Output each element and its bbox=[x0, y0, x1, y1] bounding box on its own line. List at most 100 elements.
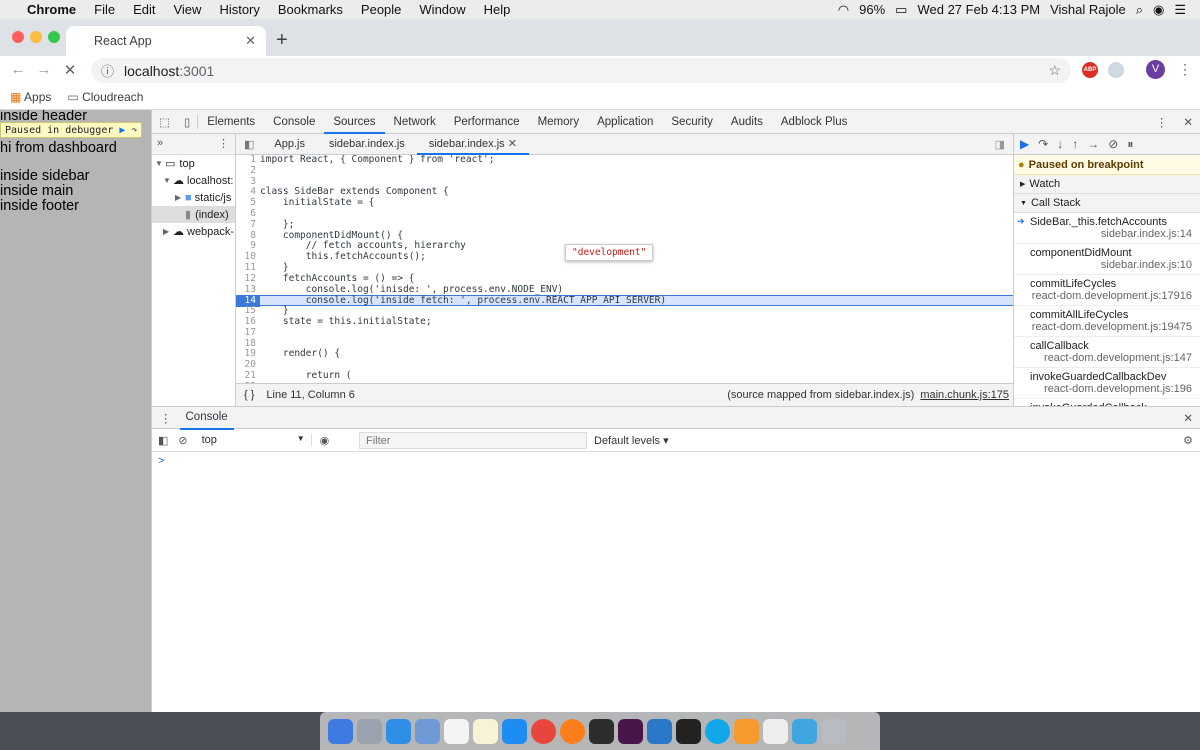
preview-icon[interactable] bbox=[415, 718, 440, 744]
code-line[interactable]: 16 state = this.initialState; bbox=[236, 316, 1013, 328]
menubar-clock[interactable]: Wed 27 Feb 4:13 PM bbox=[917, 2, 1040, 17]
sublime-icon[interactable] bbox=[734, 718, 759, 744]
log-levels-dropdown[interactable]: Default levels ▾ bbox=[594, 434, 669, 447]
line-number[interactable]: 2 bbox=[236, 165, 260, 177]
document-icon[interactable] bbox=[763, 718, 788, 744]
navigator-item-top[interactable]: ▼ ▭ top bbox=[152, 155, 235, 172]
forward-arrow-icon[interactable]: → bbox=[31, 61, 57, 78]
step-over-icon[interactable]: ↷ bbox=[1038, 137, 1048, 151]
chrome-icon[interactable] bbox=[531, 718, 556, 744]
menu-view[interactable]: View bbox=[164, 2, 210, 17]
editor-tab-close-icon[interactable]: ✕ bbox=[508, 138, 517, 150]
step-into-icon[interactable]: ↓ bbox=[1057, 137, 1063, 151]
firefox-icon[interactable] bbox=[560, 718, 585, 744]
menu-file[interactable]: File bbox=[85, 2, 124, 17]
tab-console[interactable]: Console bbox=[264, 110, 324, 134]
skype-icon[interactable] bbox=[705, 718, 730, 744]
window-zoom-button[interactable] bbox=[48, 31, 60, 43]
line-number[interactable]: 8 bbox=[236, 230, 260, 242]
toggle-navigator-icon[interactable]: ◧ bbox=[236, 138, 262, 151]
drawer-menu-icon[interactable]: ⋮ bbox=[152, 411, 180, 425]
watch-section[interactable]: ▶ Watch bbox=[1014, 175, 1200, 194]
line-number[interactable]: 7 bbox=[236, 219, 260, 231]
address-bar[interactable]: ⓘ localhost:3001 ☆ bbox=[91, 58, 1071, 83]
source-map-link[interactable]: main.chunk.js:175 bbox=[920, 389, 1009, 401]
drawer-tab-console[interactable]: Console bbox=[179, 406, 234, 430]
code-line[interactable]: 14 console.log('inside fetch: ', process… bbox=[236, 295, 1013, 308]
navigator-menu-icon[interactable]: ⋮ bbox=[218, 137, 229, 150]
line-number[interactable]: 5 bbox=[236, 197, 260, 209]
line-number[interactable]: 17 bbox=[236, 327, 260, 339]
line-number[interactable]: 12 bbox=[236, 273, 260, 285]
tab-security[interactable]: Security bbox=[662, 110, 722, 134]
call-frame[interactable]: componentDidMount sidebar.index.js:10 bbox=[1014, 244, 1200, 275]
launchpad-icon[interactable] bbox=[357, 718, 382, 744]
info-icon[interactable]: ⓘ bbox=[101, 61, 114, 80]
bookmark-apps[interactable]: ▦ Apps bbox=[10, 90, 51, 104]
line-number[interactable]: 3 bbox=[236, 176, 260, 188]
drawer-close-icon[interactable]: ✕ bbox=[1175, 411, 1200, 425]
menubar-user[interactable]: Vishal Rajole bbox=[1050, 2, 1126, 17]
call-frame[interactable]: invokeGuardedCallbackreact-dom.developme… bbox=[1014, 399, 1200, 406]
menu-help[interactable]: Help bbox=[475, 2, 520, 17]
trash-icon[interactable] bbox=[821, 718, 846, 744]
calendar-icon[interactable] bbox=[444, 718, 469, 744]
devtools-menu-icon[interactable]: ⋮ bbox=[1148, 115, 1176, 129]
menu-edit[interactable]: Edit bbox=[124, 2, 164, 17]
code-line[interactable]: 21 return ( bbox=[236, 370, 1013, 382]
call-stack-section[interactable]: ▼ Call Stack bbox=[1014, 194, 1200, 213]
downloads-icon[interactable] bbox=[792, 718, 817, 744]
pause-on-exceptions-icon[interactable]: ⏸ bbox=[1127, 137, 1133, 152]
navigator-item-localhost[interactable]: ▼ ☁ localhost: bbox=[152, 172, 235, 189]
step-out-icon[interactable]: ↑ bbox=[1072, 137, 1078, 151]
new-tab-button[interactable]: + bbox=[276, 29, 288, 52]
line-number[interactable]: 4 bbox=[236, 187, 260, 198]
wifi-icon[interactable]: ◠ bbox=[838, 2, 849, 18]
battery-percent[interactable]: 96% bbox=[859, 2, 885, 17]
line-number[interactable]: 6 bbox=[236, 208, 260, 220]
editor-tab-app-js[interactable]: App.js bbox=[262, 138, 317, 150]
window-minimize-button[interactable] bbox=[30, 31, 42, 43]
devtools-close-icon[interactable]: ✕ bbox=[1175, 115, 1200, 129]
more-tabs-icon[interactable]: » bbox=[157, 137, 163, 149]
editor-tab-sidebar-js-active[interactable]: sidebar.index.js ✕ bbox=[416, 134, 529, 155]
call-frame[interactable]: ➜ SideBar._this.fetchAccounts sidebar.inde… bbox=[1014, 213, 1200, 244]
tab-application[interactable]: Application bbox=[588, 110, 662, 134]
tab-elements[interactable]: Elements bbox=[198, 110, 264, 134]
code-line[interactable]: 6 bbox=[236, 208, 1013, 220]
vscode-icon[interactable] bbox=[647, 718, 672, 744]
adblock-extension-icon[interactable]: ABP bbox=[1082, 62, 1098, 78]
code-line[interactable]: 17 bbox=[236, 327, 1013, 339]
notification-center-icon[interactable]: ☰ bbox=[1174, 2, 1186, 18]
pretty-print-icon[interactable]: { } bbox=[244, 389, 254, 401]
tab-audits[interactable]: Audits bbox=[722, 110, 772, 134]
finder-icon[interactable] bbox=[328, 718, 353, 744]
terminal-icon[interactable] bbox=[676, 718, 701, 744]
notes-icon[interactable] bbox=[473, 718, 498, 744]
line-number[interactable]: 13 bbox=[236, 284, 260, 296]
tab-adblock-plus[interactable]: Adblock Plus bbox=[772, 110, 856, 134]
tab-close-icon[interactable]: ✕ bbox=[245, 33, 256, 49]
code-view[interactable]: 1 import React, { Component } from 'react… bbox=[236, 155, 1013, 383]
menu-bookmarks[interactable]: Bookmarks bbox=[269, 2, 352, 17]
menu-people[interactable]: People bbox=[352, 2, 410, 17]
menu-app-name[interactable]: Chrome bbox=[18, 2, 85, 17]
call-frame[interactable]: invokeGuardedCallbackDev react-dom.develo… bbox=[1014, 368, 1200, 399]
line-number[interactable]: 1 bbox=[236, 155, 260, 166]
editor-tab-sidebar-js[interactable]: sidebar.index.js bbox=[317, 138, 417, 150]
browser-tab[interactable]: React App ✕ bbox=[66, 26, 266, 56]
code-line[interactable]: 19 render() { bbox=[236, 348, 1013, 360]
bookmark-cloudreach[interactable]: ▭ Cloudreach bbox=[67, 90, 143, 104]
inspect-element-icon[interactable]: ⬚ bbox=[152, 115, 177, 129]
navigator-item-static-js[interactable]: ▶ ■ static/js bbox=[152, 189, 235, 206]
resume-icon[interactable]: ▶ bbox=[119, 125, 125, 136]
webstorm-icon[interactable] bbox=[589, 718, 614, 744]
code-line[interactable]: 18 bbox=[236, 338, 1013, 350]
extension-icon[interactable] bbox=[1108, 62, 1124, 78]
code-line[interactable]: 20 bbox=[236, 359, 1013, 371]
code-line[interactable]: 1 import React, { Component } from 'react… bbox=[236, 155, 1013, 166]
slack-icon[interactable] bbox=[618, 718, 643, 744]
navigator-item-webpack[interactable]: ▶ ☁ webpack- bbox=[152, 223, 235, 240]
clear-console-icon[interactable]: ⊘ bbox=[174, 434, 191, 447]
call-frame[interactable]: commitAllLifeCycles react-dom.development… bbox=[1014, 306, 1200, 337]
